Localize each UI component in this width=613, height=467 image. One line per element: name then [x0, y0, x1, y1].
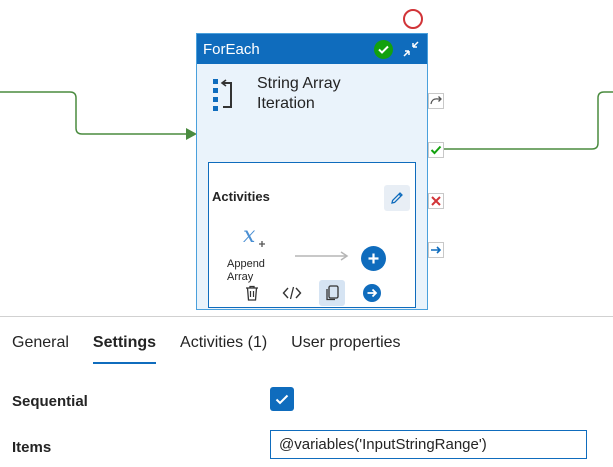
delete-button[interactable] [239, 280, 265, 306]
arrow-right-circle-icon [363, 283, 381, 302]
node-header[interactable]: ForEach [197, 34, 427, 64]
foreach-iterate-icon [213, 79, 232, 111]
flow-arrow [295, 251, 349, 261]
panel-divider [0, 316, 613, 317]
node-title: ForEach [203, 40, 260, 58]
success-check-icon [374, 39, 393, 59]
pipeline-canvas[interactable]: ForEach String Array Iteration Activitie… [0, 0, 613, 316]
tab-general[interactable]: General [0, 326, 81, 364]
activity-name-line2: Iteration [257, 95, 315, 112]
outgoing-connector [443, 91, 613, 150]
items-label: Items [12, 439, 52, 456]
sequential-checkbox[interactable] [270, 387, 294, 411]
code-icon [282, 286, 302, 299]
tab-user-properties[interactable]: User properties [279, 326, 412, 364]
incoming-connector [0, 91, 186, 135]
collapse-arrows-icon[interactable] [401, 39, 421, 59]
items-input[interactable] [270, 430, 587, 459]
tab-settings[interactable]: Settings [81, 326, 168, 364]
sequential-label: Sequential [12, 393, 88, 410]
navigate-button[interactable] [359, 280, 385, 306]
svg-text:x: x [243, 224, 256, 248]
checkmark-icon [275, 394, 289, 404]
skip-output-icon[interactable] [428, 93, 444, 109]
tab-activities[interactable]: Activities (1) [168, 326, 279, 364]
properties-tabs: General Settings Activities (1) User pro… [0, 326, 413, 366]
activity-name-line1: String Array [257, 75, 341, 92]
failure-output-icon[interactable] [428, 193, 444, 209]
copy-icon [326, 284, 339, 300]
append-variable-icon: x [243, 224, 265, 248]
success-output-icon[interactable] [428, 142, 444, 158]
view-code-button[interactable] [279, 280, 305, 306]
edit-activities-button[interactable] [384, 185, 410, 211]
completion-output-icon[interactable] [428, 242, 444, 258]
plus-icon [368, 253, 379, 264]
activities-title: Activities [212, 189, 270, 204]
trash-icon [246, 285, 258, 301]
add-activity-button[interactable] [361, 246, 386, 271]
inner-activity-label-line1: Append [227, 258, 265, 270]
node-body: String Array Iteration Activities x Appe… [197, 64, 427, 309]
activity-name: String Array Iteration [257, 74, 407, 114]
foreach-activity-node[interactable]: ForEach String Array Iteration Activitie… [196, 33, 428, 310]
node-toolbar [197, 276, 427, 309]
status-circle-icon [403, 9, 423, 29]
copy-button[interactable] [319, 279, 345, 306]
pencil-icon [391, 192, 403, 204]
